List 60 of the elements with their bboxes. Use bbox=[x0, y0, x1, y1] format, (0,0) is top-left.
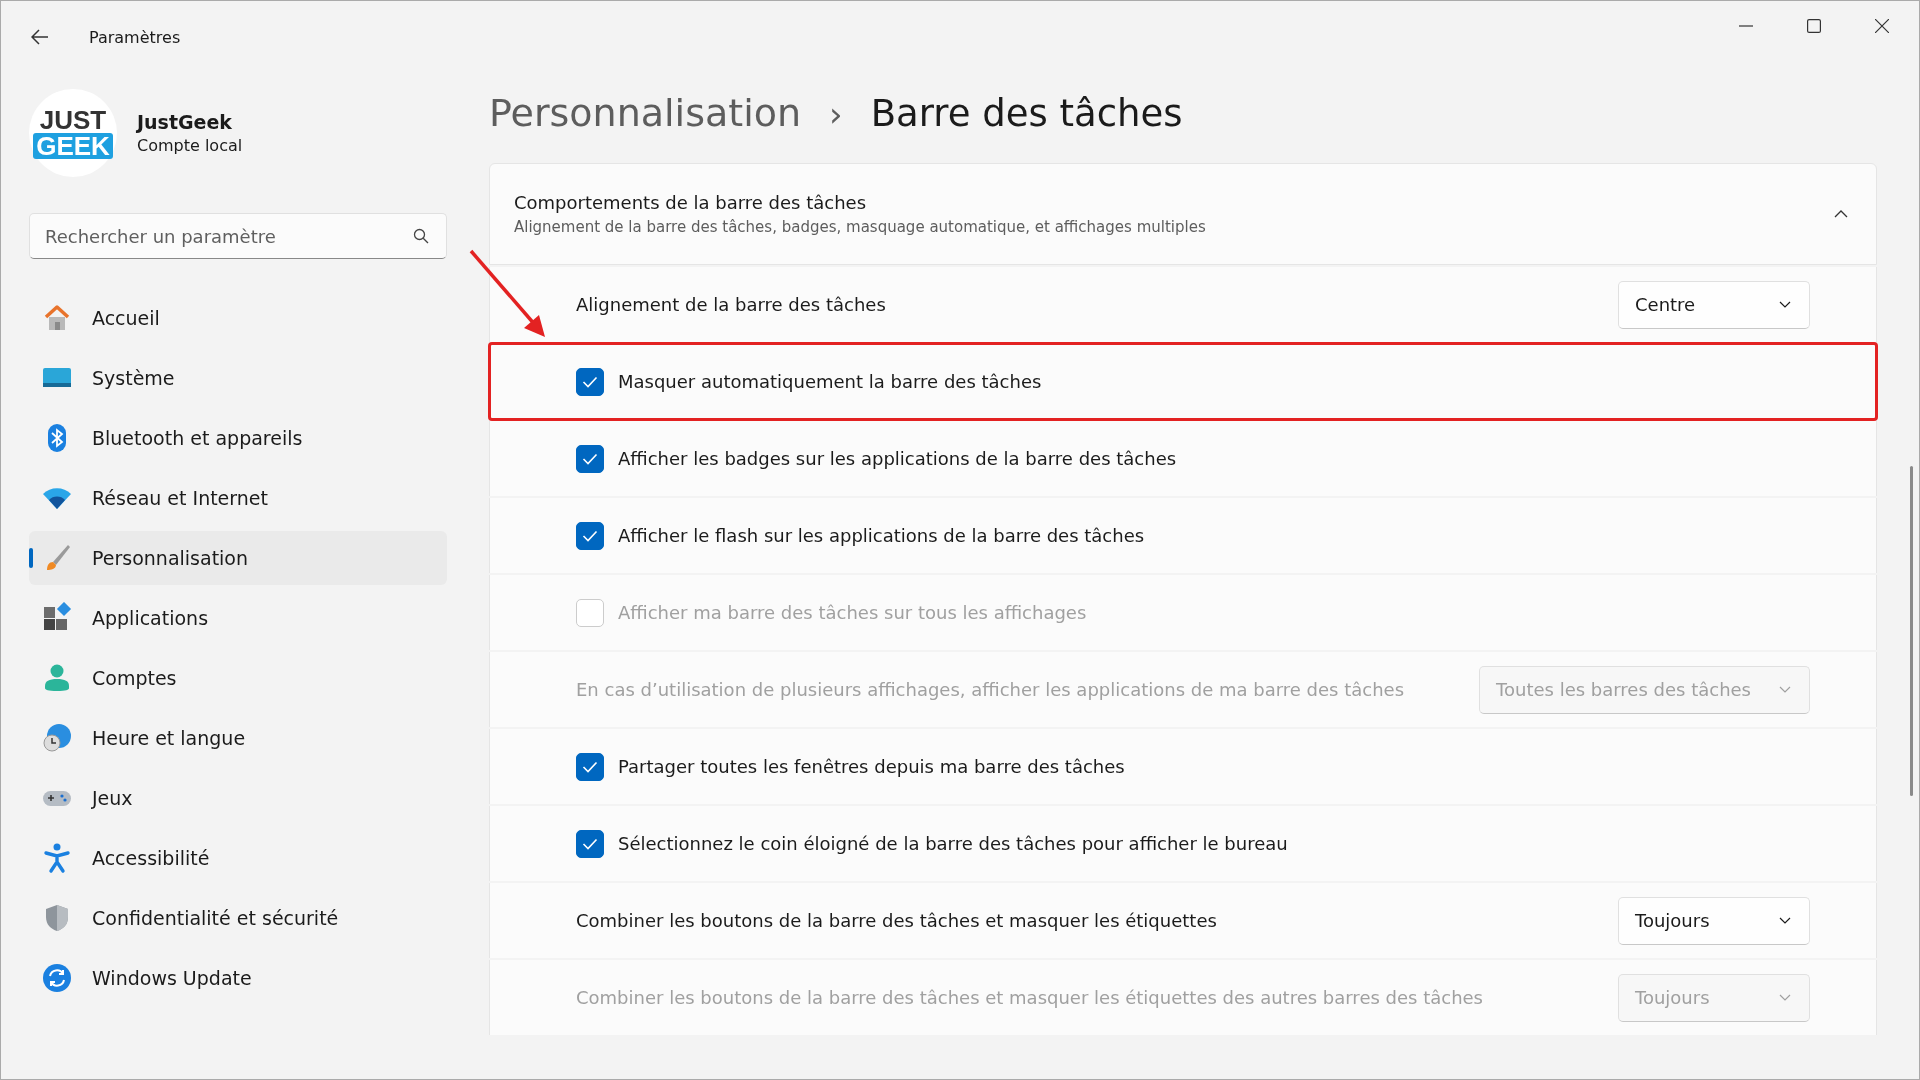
checkbox[interactable] bbox=[576, 752, 604, 781]
close-icon[interactable] bbox=[1875, 19, 1889, 33]
accessibility-icon bbox=[41, 842, 73, 874]
sidebar-item[interactable]: Applications bbox=[29, 591, 447, 645]
section-header[interactable]: Comportements de la barre des tâches Alignement de la barre des tâches, badges, masquage automatique, et affichages multiples bbox=[489, 163, 1877, 265]
checkmark-icon bbox=[582, 452, 598, 465]
sidebar-item[interactable]: Réseau et Internet bbox=[29, 471, 447, 525]
dropdown[interactable]: Toujours bbox=[1618, 896, 1810, 945]
setting-label: Combiner les boutons de la barre des tâches et masquer les étiquettes des autres barres des tâches bbox=[576, 987, 1484, 1008]
back-arrow-icon[interactable] bbox=[31, 29, 49, 45]
section-title: Comportements de la barre des tâches bbox=[514, 192, 868, 213]
checkbox-label: Afficher le flash sur les applications de la barre des tâches bbox=[618, 525, 1146, 546]
setting-label: Alignement de la barre des tâches bbox=[576, 294, 887, 315]
sidebar-item[interactable]: Personnalisation bbox=[29, 531, 447, 585]
chevron-down-icon bbox=[1779, 301, 1791, 308]
breadcrumb-separator: › bbox=[829, 94, 843, 134]
sidebar-item[interactable]: Jeux bbox=[29, 771, 447, 825]
account-type: Compte local bbox=[137, 136, 243, 155]
checkbox-label: Partager toutes les fenêtres depuis ma barre des tâches bbox=[618, 756, 1126, 777]
checkbox[interactable] bbox=[576, 521, 604, 550]
checkbox[interactable] bbox=[576, 367, 604, 396]
window-title: Paramètres bbox=[89, 27, 181, 47]
breadcrumb-link[interactable]: Personnalisation bbox=[489, 91, 802, 135]
checkmark-icon bbox=[582, 529, 598, 542]
sync-icon bbox=[41, 962, 73, 994]
selection-indicator bbox=[29, 548, 33, 568]
section-subtitle: Alignement de la barre des tâches, badges, masquage automatique, et affichages multiples bbox=[514, 218, 1207, 236]
search-icon[interactable] bbox=[413, 228, 429, 244]
checkmark-icon bbox=[582, 760, 598, 773]
globe-clock-icon bbox=[41, 722, 73, 754]
logo-text: JUST bbox=[39, 107, 107, 133]
sidebar-item[interactable]: Système bbox=[29, 351, 447, 405]
scrollbar[interactable] bbox=[1910, 466, 1913, 796]
checkmark-icon bbox=[582, 375, 598, 388]
chevron-down-icon bbox=[1779, 994, 1791, 1001]
sidebar-item[interactable]: Bluetooth et appareils bbox=[29, 411, 447, 465]
sidebar-item[interactable]: Accessibilité bbox=[29, 831, 447, 885]
setting-label: Combiner les boutons de la barre des tâches et masquer les étiquettes bbox=[576, 910, 1218, 931]
checkmark-icon bbox=[582, 837, 598, 850]
logo-text: GEEK bbox=[33, 133, 113, 159]
sidebar-item[interactable]: Windows Update bbox=[29, 951, 447, 1005]
chevron-up-icon[interactable] bbox=[1834, 210, 1848, 218]
sidebar-item[interactable]: Comptes bbox=[29, 651, 447, 705]
page-title: Barre des tâches bbox=[870, 92, 1183, 135]
search-field[interactable]: Rechercher un paramètre bbox=[29, 213, 447, 259]
dropdown[interactable]: Centre bbox=[1618, 280, 1810, 329]
sidebar-item[interactable]: Heure et langue bbox=[29, 711, 447, 765]
chevron-down-icon bbox=[1779, 917, 1791, 924]
sidebar-item[interactable]: Accueil bbox=[29, 291, 447, 345]
sidebar-item[interactable]: Confidentialité et sécurité bbox=[29, 891, 447, 945]
checkbox-label: Masquer automatiquement la barre des tâches bbox=[618, 371, 1043, 392]
maximize-icon[interactable] bbox=[1807, 19, 1821, 33]
checkbox-label: Afficher les badges sur les applications de la barre des tâches bbox=[618, 448, 1178, 469]
chevron-down-icon bbox=[1779, 686, 1791, 693]
checkbox[interactable] bbox=[576, 444, 604, 473]
checkbox-label: Afficher ma barre des tâches sur tous les affichages bbox=[618, 602, 1088, 623]
setting-label: En cas d’utilisation de plusieurs affichages, afficher les applications de ma barre des tâches bbox=[576, 679, 1406, 700]
checkbox-label: Sélectionnez le coin éloigné de la barre des tâches pour afficher le bureau bbox=[618, 833, 1289, 854]
profile-name: JustGeek bbox=[137, 111, 233, 133]
checkbox[interactable] bbox=[576, 829, 604, 858]
